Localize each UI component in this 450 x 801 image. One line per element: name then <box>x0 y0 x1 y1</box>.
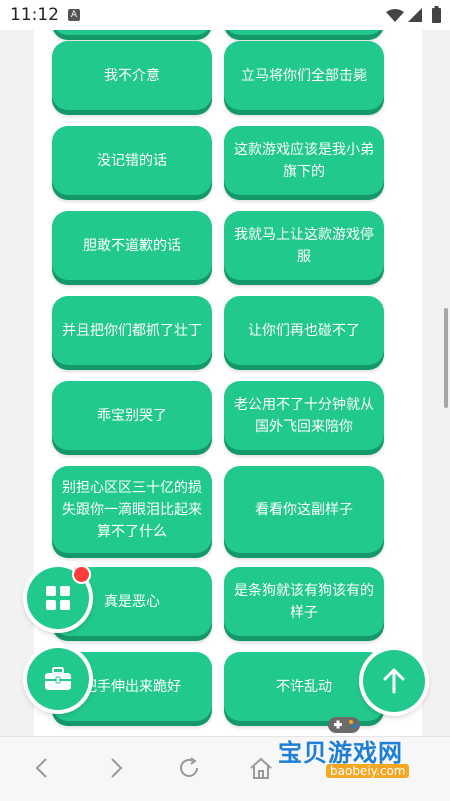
content-area: 我不介意 立马将你们全部击毙 没记错的话 这款游戏应该是我小弟旗下的 胆敢不道歉… <box>34 30 422 736</box>
phrase-button[interactable]: 胆敢不道歉的话 <box>52 211 212 285</box>
watermark-logo: 宝贝游戏网 baobeiy.com <box>276 717 426 783</box>
phrase-button[interactable]: 这款游戏应该是我小弟旗下的 <box>224 126 384 200</box>
phrase-button[interactable]: 并且把你们都抓了壮丁 <box>52 296 212 370</box>
arrow-up-icon <box>383 668 405 694</box>
toolbox-button[interactable] <box>27 648 89 710</box>
phrase-button[interactable]: 别担心区区三十亿的损失跟你一滴眼泪比起来算不了什么 <box>52 466 212 558</box>
phrase-button[interactable]: 我不介意 <box>52 41 212 115</box>
page-viewport: 我不介意 立马将你们全部击毙 没记错的话 这款游戏应该是我小弟旗下的 胆敢不道歉… <box>0 30 450 736</box>
watermark-brand: 宝贝游戏网 <box>278 739 403 767</box>
status-time: 11:12 <box>10 5 59 25</box>
back-icon[interactable] <box>30 755 56 781</box>
battery-icon <box>432 6 441 23</box>
phrase-button[interactable]: 立马将你们全部击毙 <box>224 41 384 115</box>
wifi-icon <box>386 9 404 22</box>
watermark-domain: baobeiy.com <box>326 764 410 778</box>
phrase-button[interactable]: 老公用不了十分钟就从国外飞回来陪你 <box>224 381 384 455</box>
grid-icon <box>46 586 70 610</box>
phrase-button[interactable]: 乖宝别哭了 <box>52 381 212 455</box>
phrase-button[interactable]: 是条狗就该有狗该有的样子 <box>224 567 384 641</box>
signal-icon <box>408 8 422 22</box>
toolbox-icon <box>45 667 71 690</box>
refresh-icon[interactable] <box>176 755 202 781</box>
phrase-button[interactable]: 没记错的话 <box>52 126 212 200</box>
home-icon[interactable] <box>248 755 274 781</box>
phrase-button[interactable] <box>224 30 384 40</box>
phrase-button[interactable]: 我就马上让这款游戏停服 <box>224 211 384 285</box>
status-bar: 11:12 A <box>0 0 450 30</box>
forward-icon[interactable] <box>102 755 128 781</box>
phrase-button[interactable] <box>52 30 212 40</box>
phrase-button[interactable]: 看看你这副样子 <box>224 466 384 558</box>
scroll-to-top-button[interactable] <box>363 650 425 712</box>
menu-grid-button[interactable] <box>27 565 91 629</box>
phrase-button[interactable]: 让你们再也碰不了 <box>224 296 384 370</box>
scrollbar-thumb[interactable] <box>444 308 448 408</box>
notification-a-icon: A <box>68 9 80 21</box>
notification-dot <box>72 565 91 584</box>
